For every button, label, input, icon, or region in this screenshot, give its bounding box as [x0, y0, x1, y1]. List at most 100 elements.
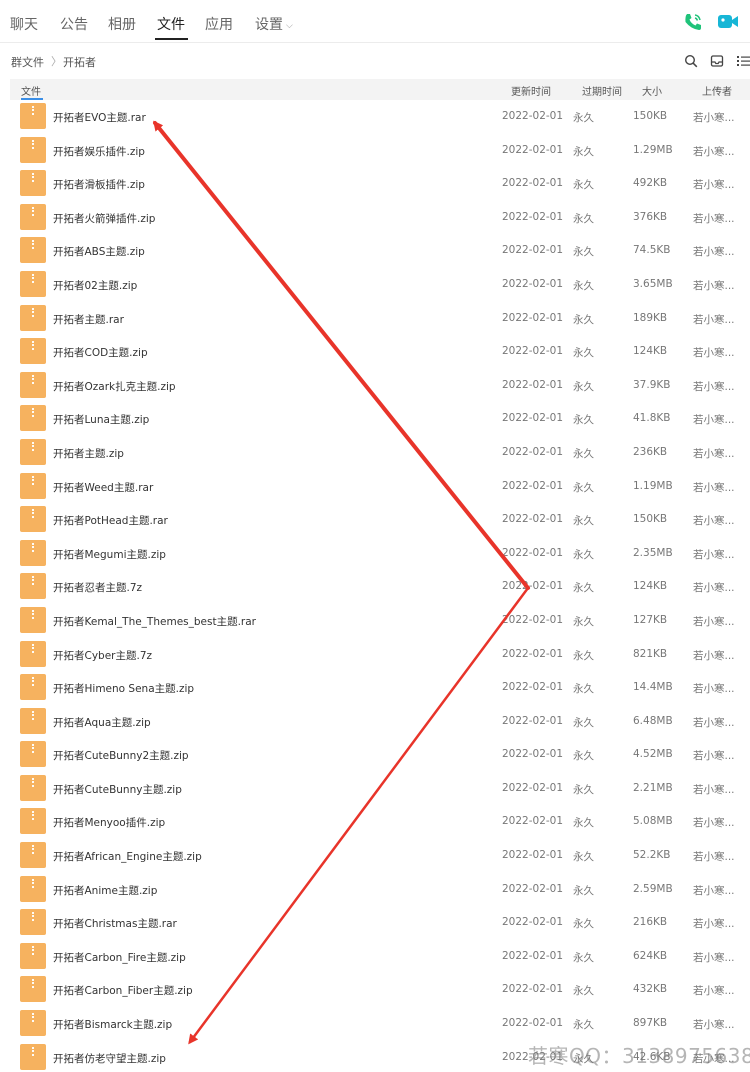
- file-uploader[interactable]: 若小寒...: [693, 345, 735, 360]
- file-row[interactable]: 开拓者COD主题.zip 2022-02-01 永久 124KB 若小寒...: [0, 335, 750, 369]
- column-name[interactable]: 文件: [21, 83, 41, 98]
- file-uploader[interactable]: 若小寒...: [693, 648, 735, 663]
- file-uploader[interactable]: 若小寒...: [693, 782, 735, 797]
- tab-settings[interactable]: 设置 ⌵: [255, 14, 293, 34]
- file-name[interactable]: 开拓者CuteBunny主题.zip: [53, 782, 182, 797]
- file-row[interactable]: 开拓者Anime主题.zip 2022-02-01 永久 2.59MB 若小寒...: [0, 873, 750, 907]
- file-row[interactable]: 开拓者Ozark扎克主题.zip 2022-02-01 永久 37.9KB 若小寒...: [0, 369, 750, 403]
- video-camera-icon[interactable]: [717, 12, 739, 32]
- file-name[interactable]: 开拓者CuteBunny2主题.zip: [53, 748, 189, 763]
- file-row[interactable]: 开拓者Cyber主题.7z 2022-02-01 永久 821KB 若小寒...: [0, 638, 750, 672]
- tab-album[interactable]: 相册: [108, 14, 136, 34]
- file-row[interactable]: 开拓者Megumi主题.zip 2022-02-01 永久 2.35MB 若小寒...: [0, 537, 750, 571]
- file-name[interactable]: 开拓者Menyoo插件.zip: [53, 815, 165, 830]
- file-row[interactable]: 开拓者CuteBunny主题.zip 2022-02-01 永久 2.21MB 若小寒.…: [0, 772, 750, 806]
- file-name[interactable]: 开拓者滑板插件.zip: [53, 177, 145, 192]
- file-uploader[interactable]: 若小寒...: [693, 916, 735, 931]
- file-name[interactable]: 开拓者Aqua主题.zip: [53, 715, 151, 730]
- file-name[interactable]: 开拓者火箭弹插件.zip: [53, 211, 155, 226]
- file-uploader[interactable]: 若小寒...: [693, 547, 735, 562]
- file-name[interactable]: 开拓者ABS主题.zip: [53, 244, 145, 259]
- file-name[interactable]: 开拓者忍者主题.7z: [53, 580, 142, 595]
- file-name[interactable]: 开拓者African_Engine主题.zip: [53, 849, 202, 864]
- file-row[interactable]: 开拓者Weed主题.rar 2022-02-01 永久 1.19MB 若小寒...: [0, 470, 750, 504]
- breadcrumb-root[interactable]: 群文件: [11, 54, 44, 70]
- column-updated[interactable]: 更新时间: [511, 83, 551, 98]
- list-view-icon[interactable]: [736, 54, 750, 68]
- file-name[interactable]: 开拓者主题.rar: [53, 312, 124, 327]
- file-name[interactable]: 开拓者Luna主题.zip: [53, 412, 149, 427]
- file-row[interactable]: 开拓者火箭弹插件.zip 2022-02-01 永久 376KB 若小寒...: [0, 201, 750, 235]
- file-uploader[interactable]: 若小寒...: [693, 580, 735, 595]
- file-name[interactable]: 开拓者Anime主题.zip: [53, 883, 157, 898]
- file-name[interactable]: 开拓者主题.zip: [53, 446, 124, 461]
- file-row[interactable]: 开拓者主题.zip 2022-02-01 永久 236KB 若小寒...: [0, 436, 750, 470]
- file-row[interactable]: 开拓者Kemal_The_Themes_best主题.rar 2022-02-01…: [0, 604, 750, 638]
- file-uploader[interactable]: 若小寒...: [693, 715, 735, 730]
- file-uploader[interactable]: 若小寒...: [693, 278, 735, 293]
- file-row[interactable]: 开拓者Christmas主题.rar 2022-02-01 永久 216KB 若小寒..…: [0, 906, 750, 940]
- file-uploader[interactable]: 若小寒...: [693, 681, 735, 696]
- file-row[interactable]: 开拓者PotHead主题.rar 2022-02-01 永久 150KB 若小寒...: [0, 503, 750, 537]
- file-uploader[interactable]: 若小寒...: [693, 446, 735, 461]
- file-uploader[interactable]: 若小寒...: [693, 983, 735, 998]
- file-name[interactable]: 开拓者Ozark扎克主题.zip: [53, 379, 176, 394]
- file-name[interactable]: 开拓者COD主题.zip: [53, 345, 148, 360]
- file-name[interactable]: 开拓者Megumi主题.zip: [53, 547, 166, 562]
- file-uploader[interactable]: 若小寒...: [693, 513, 735, 528]
- file-uploader[interactable]: 若小寒...: [693, 748, 735, 763]
- search-icon[interactable]: [684, 54, 698, 68]
- file-uploader[interactable]: 若小寒...: [693, 849, 735, 864]
- file-row[interactable]: 开拓者CuteBunny2主题.zip 2022-02-01 永久 4.52MB 若小寒…: [0, 738, 750, 772]
- column-size[interactable]: 大小: [642, 83, 662, 98]
- tab-apps[interactable]: 应用: [205, 14, 233, 34]
- upload-icon[interactable]: [710, 54, 724, 68]
- file-row[interactable]: 开拓者02主题.zip 2022-02-01 永久 3.65MB 若小寒...: [0, 268, 750, 302]
- file-row[interactable]: 开拓者Carbon_Fire主题.zip 2022-02-01 永久 624KB 若小寒…: [0, 940, 750, 974]
- file-name[interactable]: 开拓者02主题.zip: [53, 278, 137, 293]
- file-uploader[interactable]: 若小寒...: [693, 815, 735, 830]
- file-row[interactable]: 开拓者Bismarck主题.zip 2022-02-01 永久 897KB 若小寒...: [0, 1007, 750, 1041]
- file-row[interactable]: 开拓者Carbon_Fiber主题.zip 2022-02-01 永久 432KB 若小…: [0, 973, 750, 1007]
- file-name[interactable]: 开拓者Kemal_The_Themes_best主题.rar: [53, 614, 256, 629]
- file-name[interactable]: 开拓者EVO主题.rar: [53, 110, 146, 125]
- file-uploader[interactable]: 若小寒...: [693, 379, 735, 394]
- file-name[interactable]: 开拓者Himeno Sena主题.zip: [53, 681, 194, 696]
- file-uploader[interactable]: 若小寒...: [693, 883, 735, 898]
- column-expires[interactable]: 过期时间: [582, 83, 622, 98]
- file-name[interactable]: 开拓者Cyber主题.7z: [53, 648, 152, 663]
- file-uploader[interactable]: 若小寒...: [693, 312, 735, 327]
- tab-announcements[interactable]: 公告: [60, 14, 88, 34]
- file-row[interactable]: 开拓者Aqua主题.zip 2022-02-01 永久 6.48MB 若小寒...: [0, 705, 750, 739]
- file-row[interactable]: 开拓者娱乐插件.zip 2022-02-01 永久 1.29MB 若小寒...: [0, 134, 750, 168]
- file-uploader[interactable]: 若小寒...: [693, 412, 735, 427]
- file-name[interactable]: 开拓者娱乐插件.zip: [53, 144, 145, 159]
- file-uploader[interactable]: 若小寒...: [693, 144, 735, 159]
- file-row[interactable]: 开拓者EVO主题.rar 2022-02-01 永久 150KB 若小寒...: [0, 100, 750, 134]
- tab-chat[interactable]: 聊天: [10, 14, 38, 34]
- file-uploader[interactable]: 若小寒...: [693, 244, 735, 259]
- file-row[interactable]: 开拓者主题.rar 2022-02-01 永久 189KB 若小寒...: [0, 302, 750, 336]
- file-uploader[interactable]: 若小寒...: [693, 211, 735, 226]
- file-row[interactable]: 开拓者忍者主题.7z 2022-02-01 永久 124KB 若小寒...: [0, 570, 750, 604]
- file-uploader[interactable]: 若小寒...: [693, 950, 735, 965]
- file-name[interactable]: 开拓者Weed主题.rar: [53, 480, 153, 495]
- file-row[interactable]: 开拓者African_Engine主题.zip 2022-02-01 永久 52.2K…: [0, 839, 750, 873]
- file-uploader[interactable]: 若小寒...: [693, 177, 735, 192]
- file-uploader[interactable]: 若小寒...: [693, 110, 735, 125]
- file-name[interactable]: 开拓者仿老守望主题.zip: [53, 1051, 166, 1066]
- file-name[interactable]: 开拓者Carbon_Fiber主题.zip: [53, 983, 193, 998]
- file-row[interactable]: 开拓者Luna主题.zip 2022-02-01 永久 41.8KB 若小寒...: [0, 402, 750, 436]
- file-uploader[interactable]: 若小寒...: [693, 480, 735, 495]
- file-row[interactable]: 开拓者Menyoo插件.zip 2022-02-01 永久 5.08MB 若小寒...: [0, 805, 750, 839]
- file-uploader[interactable]: 若小寒...: [693, 1017, 735, 1032]
- file-name[interactable]: 开拓者PotHead主题.rar: [53, 513, 168, 528]
- file-name[interactable]: 开拓者Christmas主题.rar: [53, 916, 177, 931]
- file-name[interactable]: 开拓者Carbon_Fire主题.zip: [53, 950, 186, 965]
- tab-files[interactable]: 文件: [157, 14, 185, 34]
- file-row[interactable]: 开拓者ABS主题.zip 2022-02-01 永久 74.5KB 若小寒...: [0, 234, 750, 268]
- file-name[interactable]: 开拓者Bismarck主题.zip: [53, 1017, 172, 1032]
- file-row[interactable]: 开拓者Himeno Sena主题.zip 2022-02-01 永久 14.4MB 若小…: [0, 671, 750, 705]
- file-row[interactable]: 开拓者滑板插件.zip 2022-02-01 永久 492KB 若小寒...: [0, 167, 750, 201]
- file-uploader[interactable]: 若小寒...: [693, 614, 735, 629]
